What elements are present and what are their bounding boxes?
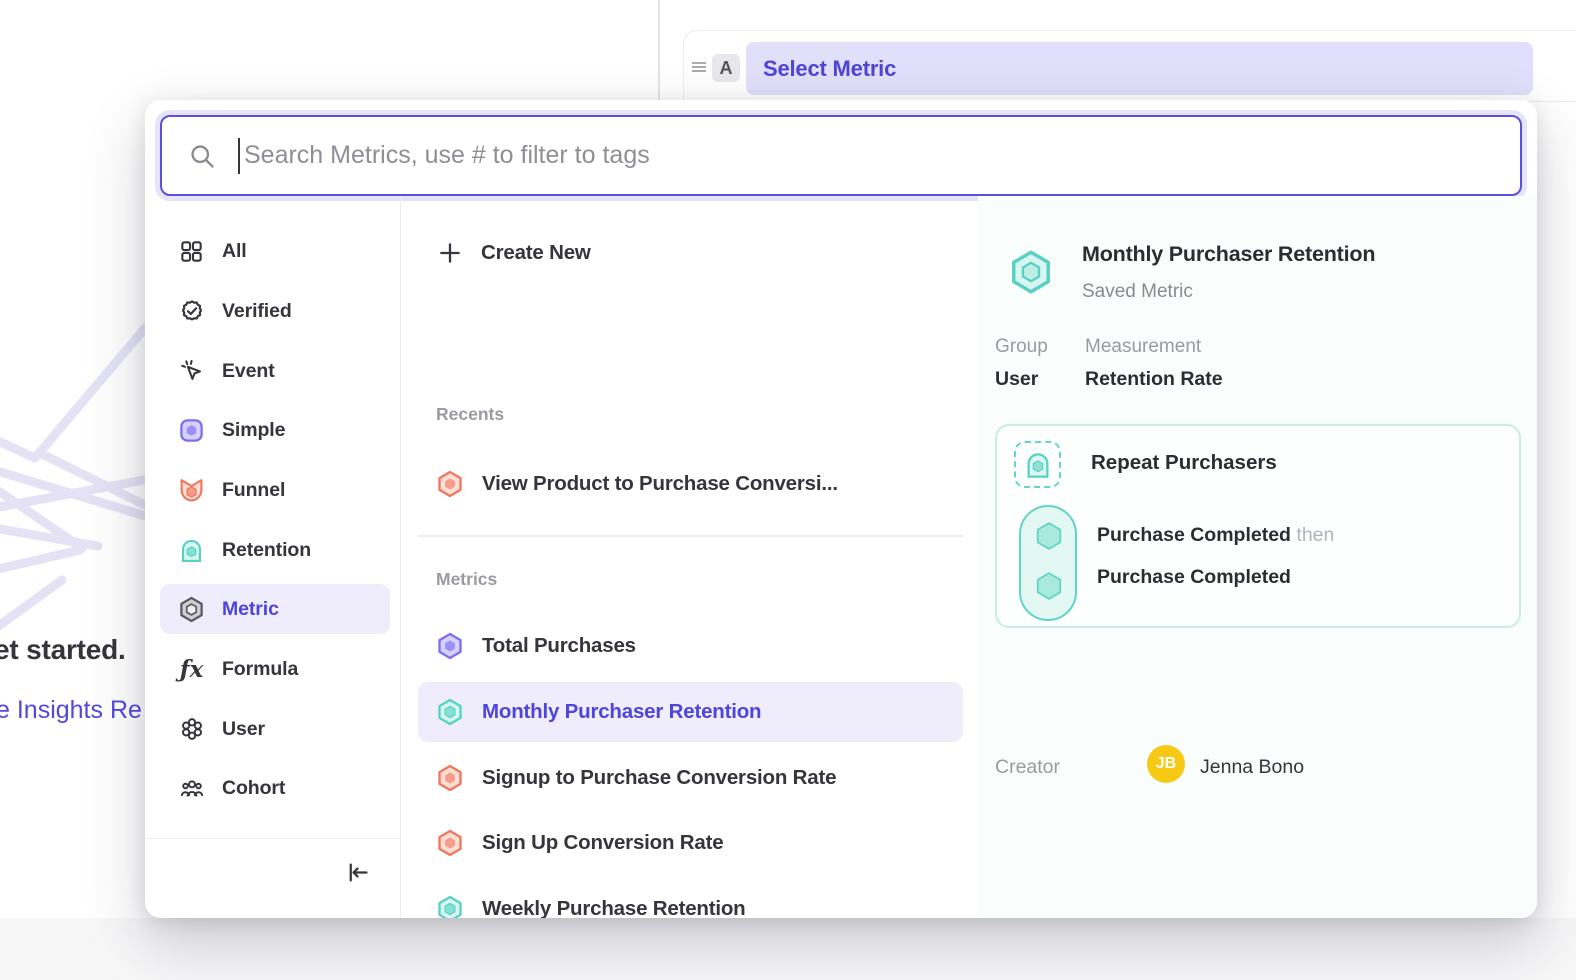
drag-handle-icon[interactable]	[689, 57, 709, 77]
verified-badge-icon	[178, 298, 205, 325]
search-input[interactable]	[240, 117, 1520, 194]
metric-list-item[interactable]: Signup to Purchase Conversion Rate	[418, 748, 963, 808]
sidebar-item-label: Simple	[222, 419, 285, 442]
sidebar-item-retention[interactable]: Retention	[160, 525, 390, 575]
teal-hexagon-icon	[436, 895, 464, 918]
metric-item-label: Weekly Purchase Retention	[482, 897, 746, 918]
detail-subtitle: Saved Metric	[1082, 281, 1193, 303]
sidebar-item-label: Metric	[222, 598, 279, 621]
sidebar-item-funnel[interactable]: Funnel	[160, 465, 390, 515]
hexagon-step-icon	[1034, 571, 1064, 601]
search-box[interactable]	[160, 115, 1522, 196]
background-headline: et started.	[0, 634, 126, 666]
sidebar-item-cohort[interactable]: Cohort	[160, 763, 390, 813]
sidebar-item-all[interactable]: All	[160, 226, 390, 276]
funnel-metric-icon	[178, 477, 205, 504]
teal-hexagon-icon	[436, 698, 464, 726]
metric-item-label: Sign Up Conversion Rate	[482, 831, 723, 855]
select-metric-label: Select Metric	[763, 56, 896, 82]
group-value: User	[995, 368, 1038, 391]
sidebar-item-label: Verified	[222, 300, 292, 323]
sidebar-item-label: Retention	[222, 539, 311, 562]
series-a-badge[interactable]: A	[712, 54, 740, 82]
sidebar-item-verified[interactable]: Verified	[160, 286, 390, 336]
sidebar-item-formula[interactable]: ƒx Formula	[160, 644, 390, 694]
salmon-hexagon-icon	[436, 764, 464, 792]
metric-item-label: Monthly Purchaser Retention	[482, 700, 761, 724]
measurement-label: Measurement	[1085, 336, 1201, 358]
metric-item-label: Signup to Purchase Conversion Rate	[482, 766, 836, 790]
background-link[interactable]: e Insights Re	[0, 696, 142, 725]
select-metric-button[interactable]: Select Metric	[746, 42, 1533, 95]
create-new-button[interactable]: Create New	[418, 223, 963, 283]
cohort-people-icon	[178, 775, 205, 802]
metric-list-item[interactable]: Total Purchases	[418, 616, 963, 676]
simple-metric-icon	[178, 417, 205, 444]
user-cluster-icon	[178, 716, 205, 743]
create-new-label: Create New	[481, 241, 591, 265]
formula-icon: ƒx	[178, 656, 205, 683]
sidebar-item-label: Cohort	[222, 777, 285, 800]
retention-step-icon	[1014, 441, 1061, 488]
sidebar-item-label: User	[222, 718, 265, 741]
metric-list-item-selected[interactable]: Monthly Purchaser Retention	[418, 682, 963, 742]
recents-section-label: Recents	[436, 404, 504, 425]
event-cursor-icon	[178, 358, 205, 385]
creator-name: Jenna Bono	[1200, 756, 1304, 779]
metric-detail-panel: Monthly Purchaser Retention Saved Metric…	[978, 196, 1537, 918]
list-section-divider	[418, 535, 963, 537]
step-1-event: Purchase Completed	[1097, 524, 1291, 546]
sidebar-item-label: Formula	[222, 658, 298, 681]
plus-icon	[437, 240, 463, 266]
sidebar-item-simple[interactable]: Simple	[160, 405, 390, 455]
recent-item[interactable]: View Product to Purchase Conversi...	[418, 454, 963, 514]
metric-list-item[interactable]: Sign Up Conversion Rate	[418, 813, 963, 873]
search-icon	[188, 142, 216, 170]
metrics-section-label: Metrics	[436, 569, 497, 590]
screen: et started. e Insights Re A Select Metri…	[0, 0, 1576, 980]
bottom-strip	[0, 918, 1576, 980]
sidebar-item-event[interactable]: Event	[160, 346, 390, 396]
creator-label: Creator	[995, 756, 1060, 779]
sidebar-item-label: Event	[222, 360, 275, 383]
group-label: Group	[995, 336, 1048, 358]
teal-hexagon-icon-large	[1008, 249, 1054, 295]
sidebar-item-user[interactable]: User	[160, 704, 390, 754]
measurement-value: Retention Rate	[1085, 368, 1223, 391]
detail-title: Monthly Purchaser Retention	[1082, 242, 1375, 267]
collapse-sidebar-button[interactable]	[341, 856, 373, 888]
step-connector: then	[1296, 524, 1334, 546]
sidebar-item-metric[interactable]: Metric	[160, 584, 390, 634]
salmon-hexagon-icon	[436, 829, 464, 857]
grid-icon	[178, 238, 205, 265]
hexagon-step-icon	[1034, 521, 1064, 551]
metric-picker-modal: All Verified Event	[145, 100, 1537, 918]
funnel-hexagon-icon	[436, 470, 464, 498]
recent-item-label: View Product to Purchase Conversi...	[482, 472, 838, 496]
saved-metric-icon	[178, 596, 205, 623]
step-2: Purchase Completed	[1097, 566, 1291, 589]
creator-avatar: JB	[1147, 745, 1185, 783]
purple-hexagon-icon	[436, 632, 464, 660]
metric-toolbar: A Select Metric	[683, 30, 1576, 102]
sidebar-item-label: Funnel	[222, 479, 285, 502]
sidebar-footer-divider	[146, 838, 400, 839]
step-2-event: Purchase Completed	[1097, 566, 1291, 588]
card-title: Repeat Purchasers	[1091, 451, 1277, 475]
metric-item-label: Total Purchases	[482, 634, 636, 658]
step-1: Purchase Completed then	[1097, 524, 1334, 547]
metric-list-item[interactable]: Weekly Purchase Retention	[418, 879, 963, 918]
retention-metric-icon	[178, 537, 205, 564]
event-sequence-pill	[1019, 505, 1077, 621]
metric-list: Create New Recents View Product to Purch…	[401, 196, 978, 918]
metric-definition-card: Repeat Purchasers Purchase Completed the…	[995, 424, 1521, 628]
sidebar-item-label: All	[222, 240, 247, 263]
